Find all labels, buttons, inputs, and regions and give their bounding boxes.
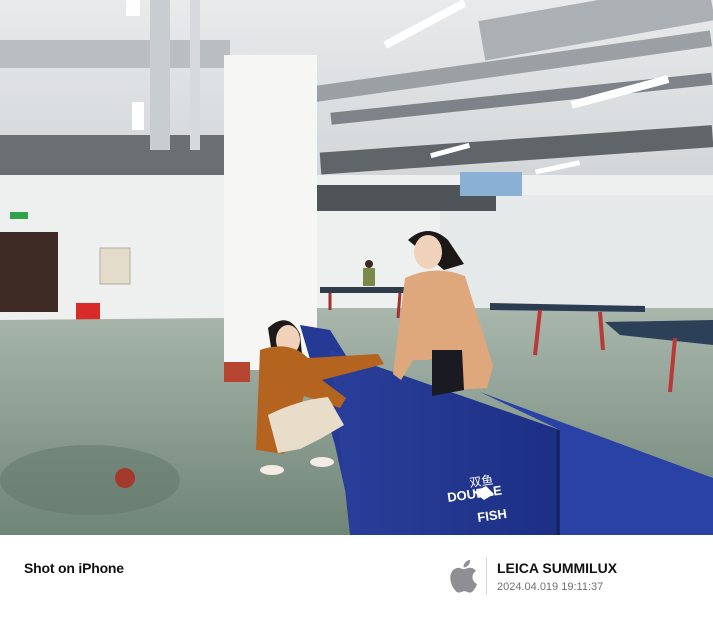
- camera-model: LEICA SUMMILUX: [497, 560, 618, 576]
- right-wall: [440, 195, 713, 315]
- electrical-box: [99, 247, 131, 285]
- capture-timestamp: 2024.04.019 19:11:37: [497, 581, 604, 593]
- exit-sign: [10, 212, 28, 219]
- photo-footer: Shot on iPhone LEICA SUMMILUX 2024.04.01…: [0, 535, 713, 618]
- camera-info: LEICA SUMMILUX 2024.04.019 19:11:37: [448, 557, 698, 597]
- shot-on-label: Shot on iPhone: [24, 560, 124, 576]
- floor-drain: [115, 468, 135, 488]
- scene: 双鱼 DOUBLE FISH: [0, 0, 713, 535]
- pillar: [224, 55, 317, 370]
- doorway: [0, 232, 58, 312]
- pillar-base: [224, 362, 250, 382]
- footer-divider: [486, 558, 487, 594]
- photo: 双鱼 DOUBLE FISH: [0, 0, 713, 535]
- apple-logo-icon: [450, 559, 477, 593]
